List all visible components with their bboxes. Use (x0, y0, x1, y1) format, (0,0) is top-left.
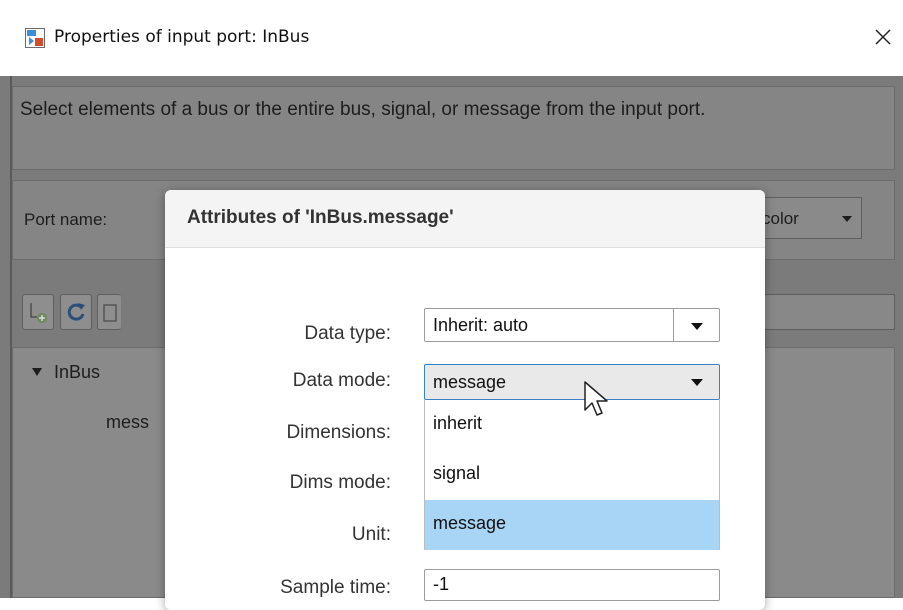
option-label: message (433, 513, 507, 533)
dialog-header: Attributes of 'InBus.message' (165, 190, 765, 248)
delete-icon (103, 304, 117, 322)
color-select-value: color (762, 209, 799, 228)
refresh-button[interactable] (60, 294, 92, 330)
background-edge (0, 76, 12, 598)
option-label: inherit (433, 413, 483, 433)
close-icon[interactable] (868, 22, 898, 52)
dimensions-label: Dimensions: (286, 422, 391, 443)
app-icon (25, 28, 45, 48)
option-label: signal (433, 463, 481, 483)
filter-input[interactable] (765, 294, 895, 330)
attributes-dialog: Attributes of 'InBus.message' Data type:… (165, 190, 765, 610)
sample-time-input[interactable] (424, 569, 720, 601)
dims-mode-label: Dims mode: (289, 472, 391, 493)
chevron-down-icon (842, 216, 852, 222)
port-name-label: Port name: (24, 210, 108, 229)
sample-time-value: -1 (433, 574, 450, 594)
expand-arrow-icon[interactable] (32, 368, 42, 376)
option-message[interactable]: message (425, 500, 719, 550)
tree-item-bus[interactable]: InBus (54, 362, 100, 383)
chevron-down-icon[interactable] (691, 323, 703, 330)
chevron-down-icon[interactable] (691, 379, 703, 386)
data-mode-value: message (433, 372, 507, 392)
delete-button[interactable] (97, 294, 121, 330)
data-type-value: Inherit: auto (433, 315, 529, 335)
data-mode-dropdown: inherit signal message (424, 400, 720, 550)
description-text: Select elements of a bus or the entire b… (20, 99, 706, 120)
add-element-icon (30, 303, 47, 323)
option-signal[interactable]: signal (425, 450, 719, 500)
sample-time-label: Sample time: (280, 577, 391, 598)
refresh-icon (67, 303, 85, 321)
data-type-label: Data type: (304, 323, 391, 344)
option-inherit[interactable]: inherit (425, 400, 719, 450)
dialog-title: Attributes of 'InBus.message' (187, 207, 454, 228)
tree-item-message[interactable]: mess (106, 412, 149, 433)
select-divider (673, 308, 674, 342)
window-title: Properties of input port: InBus (54, 27, 310, 47)
title-bar: Properties of input port: InBus (0, 0, 903, 77)
unit-label: Unit: (351, 524, 391, 545)
data-mode-label: Data mode: (292, 370, 391, 391)
add-element-button[interactable] (22, 294, 54, 330)
